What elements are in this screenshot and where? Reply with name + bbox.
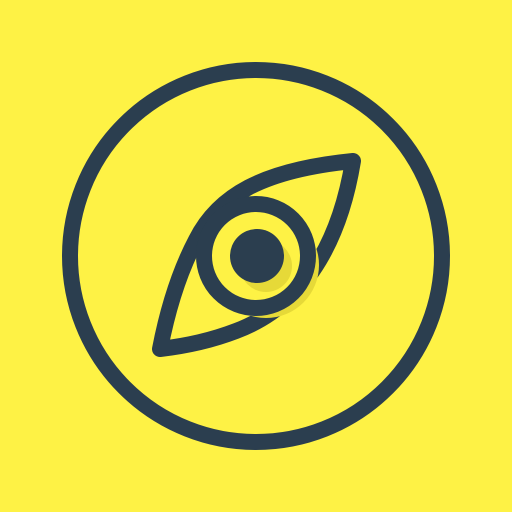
pupil [230, 229, 284, 283]
compass-eye-icon [0, 0, 512, 512]
app-icon [0, 0, 512, 512]
